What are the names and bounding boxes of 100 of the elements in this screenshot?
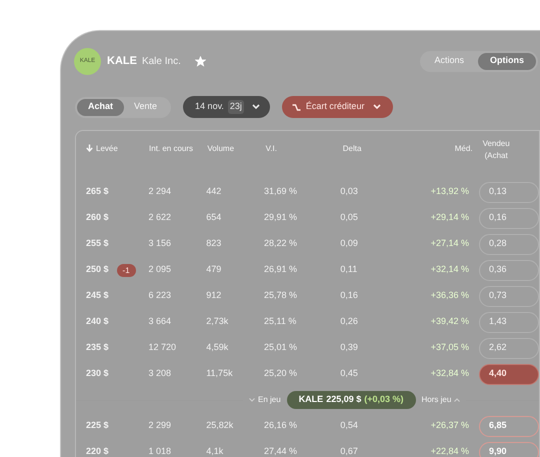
- column-header[interactable]: Méd.: [454, 143, 473, 155]
- median-change: +13,92 %: [430, 186, 469, 196]
- volume-value: 912: [206, 290, 222, 300]
- strike-price: 235 $: [86, 341, 109, 354]
- chevron-down-icon: [249, 398, 255, 402]
- volatility-value: 26,91 %: [264, 264, 298, 274]
- median-change: +37,05 %: [430, 342, 469, 352]
- price-button[interactable]: 4,40: [479, 364, 539, 384]
- delta-value: 0,03: [340, 186, 358, 196]
- in-the-money-toggle[interactable]: En jeu: [249, 394, 281, 406]
- delta-value: 0,67: [340, 446, 358, 456]
- view-tab[interactable]: Options: [478, 52, 536, 70]
- strike-price: 225 $: [86, 419, 109, 432]
- strike-price: 255 $: [86, 237, 109, 250]
- price-button[interactable]: 6,85: [479, 416, 539, 436]
- volatility-value: 25,11 %: [264, 316, 296, 326]
- column-header[interactable]: Int. en cours: [149, 143, 194, 155]
- delta-value: 0,05: [340, 212, 358, 222]
- chevron-down-icon: [252, 104, 260, 110]
- median-change: +29,14 %: [430, 212, 469, 222]
- volatility-value: 27,44 %: [264, 446, 298, 456]
- volume-value: 11,75k: [206, 368, 233, 378]
- open-interest: 2 294: [148, 186, 171, 196]
- volume-value: 4,59k: [206, 342, 228, 352]
- volatility-value: 26,16 %: [264, 420, 298, 430]
- price-button[interactable]: 0,13: [479, 182, 539, 202]
- volume-value: 442: [206, 186, 222, 196]
- price-button[interactable]: 0,16: [479, 208, 539, 228]
- sort-down-icon[interactable]: [86, 144, 93, 152]
- side-tab[interactable]: Vente: [134, 98, 158, 116]
- volume-value: 823: [206, 238, 222, 248]
- median-change: +26,37 %: [430, 420, 469, 430]
- volume-value: 479: [206, 264, 222, 274]
- price-button[interactable]: 0,28: [479, 234, 539, 254]
- view-tab[interactable]: Actions: [422, 52, 476, 70]
- volume-value: 25,82k: [206, 420, 234, 430]
- column-header[interactable]: Volume: [207, 143, 234, 155]
- median-change: +32,14 %: [430, 264, 469, 274]
- volatility-value: 29,91 %: [264, 212, 298, 222]
- volatility-value: 25,01 %: [264, 342, 298, 352]
- delta-value: 0,45: [340, 368, 358, 378]
- column-header[interactable]: Delta: [342, 143, 362, 155]
- column-header[interactable]: Vendeu (Achat: [482, 138, 510, 162]
- price-button[interactable]: 0,73: [479, 286, 539, 306]
- open-interest: 3 156: [148, 238, 171, 248]
- ticker-symbol: KALE: [298, 393, 324, 406]
- open-interest: 3 664: [148, 316, 171, 326]
- column-header[interactable]: Levée: [96, 143, 118, 155]
- volatility-value: 28,22 %: [264, 238, 298, 248]
- volume-value: 654: [206, 212, 222, 222]
- delta-value: 0,39: [340, 342, 358, 352]
- delta-value: 0,09: [340, 238, 358, 248]
- open-interest: 2 299: [148, 420, 171, 430]
- position-badge: -1: [116, 264, 136, 276]
- delta-value: 0,16: [340, 290, 358, 300]
- star-icon[interactable]: [194, 56, 206, 66]
- volume-value: 4,1k: [206, 446, 224, 456]
- out-of-money-label: Hors jeu: [422, 394, 452, 406]
- strike-price: 245 $: [86, 289, 109, 302]
- price-button[interactable]: 9,90: [479, 442, 539, 457]
- median-change: +32,84 %: [430, 368, 469, 378]
- price-change: (+0,03 %): [364, 393, 404, 406]
- median-change: +39,42 %: [430, 316, 469, 326]
- median-change: +27,14 %: [430, 238, 469, 248]
- volatility-value: 25,78 %: [264, 290, 298, 300]
- open-interest: 2 095: [148, 264, 171, 274]
- strike-price: 240 $: [86, 315, 109, 328]
- volatility-value: 25,20 %: [264, 368, 298, 378]
- company-name: Kale Inc.: [142, 54, 181, 68]
- price-button[interactable]: 2,62: [479, 338, 539, 358]
- open-interest: 1 018: [148, 446, 171, 456]
- strike-price: 265 $: [86, 185, 109, 198]
- volume-value: 2,73k: [206, 316, 228, 326]
- column-header[interactable]: V.I.: [266, 143, 277, 155]
- strike-price: 230 $: [86, 367, 109, 380]
- median-change: +22,84 %: [430, 446, 469, 456]
- last-price: 225,09 $: [326, 393, 362, 406]
- strategy-dropdown[interactable]: Écart créditeur: [282, 96, 394, 118]
- strike-price: 250 $: [86, 263, 109, 276]
- expiry-dropdown[interactable]: 14 nov. 23j: [183, 96, 270, 118]
- strike-price: 260 $: [86, 211, 109, 224]
- open-interest: 2 622: [148, 212, 171, 222]
- price-button[interactable]: 0,36: [479, 260, 539, 280]
- out-of-money-toggle[interactable]: Hors jeu: [422, 394, 460, 406]
- open-interest: 3 208: [148, 368, 171, 378]
- ticker-symbol: KALE: [107, 54, 137, 69]
- in-the-money-label: En jeu: [258, 394, 281, 406]
- chevron-down-icon: [373, 104, 382, 110]
- open-interest: 12 720: [148, 342, 176, 352]
- open-interest: 6 223: [148, 290, 171, 300]
- delta-value: 0,54: [340, 420, 358, 430]
- side-tab[interactable]: Achat: [77, 98, 124, 116]
- strike-price: 220 $: [86, 445, 109, 457]
- delta-value: 0,11: [340, 264, 358, 274]
- delta-value: 0,26: [340, 316, 358, 326]
- trend-down-icon: [292, 104, 301, 110]
- volatility-value: 31,69 %: [264, 186, 298, 196]
- chevron-up-icon: [454, 398, 460, 402]
- price-button[interactable]: 1,43: [479, 312, 539, 332]
- median-change: +36,36 %: [430, 290, 469, 300]
